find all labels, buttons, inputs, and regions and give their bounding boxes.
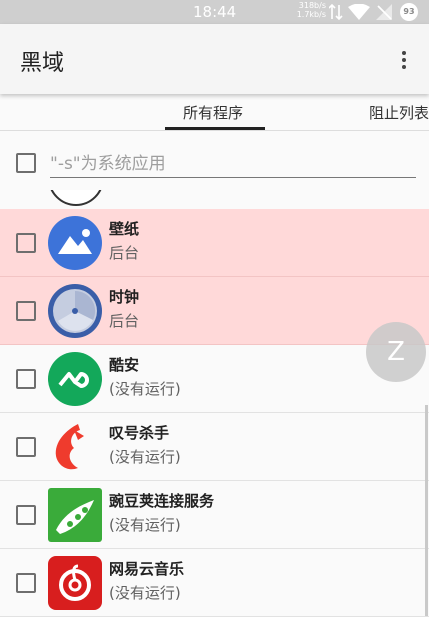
app-status: 后台 (109, 312, 140, 330)
app-row-wallpaper[interactable]: 壁纸 后台 (0, 209, 429, 277)
app-checkbox[interactable] (16, 573, 36, 593)
coolapk-icon (48, 352, 102, 406)
app-checkbox[interactable] (16, 369, 36, 389)
upload-speed: 318b/s (298, 1, 326, 10)
app-title: 黑域 (20, 51, 65, 76)
system-filter-row: "-s"为系统应用 (0, 131, 429, 193)
system-filter-checkbox[interactable] (16, 153, 36, 173)
app-status: (没有运行) (109, 516, 181, 534)
tab-bar: 所有程序 阻止列表 (0, 94, 429, 131)
app-bar: 黑域 (0, 24, 429, 94)
app-status: 后台 (109, 244, 140, 262)
no-signal-icon (376, 4, 392, 20)
exclamation-killer-icon (55, 424, 84, 470)
app-row-netease-music[interactable]: 网易云音乐 (没有运行) (0, 549, 429, 617)
download-speed: 1.7kb/s (296, 10, 326, 19)
app-name: 网易云音乐 (109, 560, 185, 578)
scrollbar[interactable] (425, 405, 428, 616)
app-row-wandoujia[interactable]: 豌豆荚连接服务 (没有运行) (0, 481, 429, 549)
app-row-exclamation-killer[interactable]: 叹号杀手 (没有运行) (0, 413, 429, 481)
system-filter-input[interactable]: "-s"为系统应用 (50, 149, 416, 178)
app-name: 叹号杀手 (109, 424, 170, 442)
system-filter-label: "-s"为系统应用 (50, 154, 166, 174)
tab-all-apps[interactable]: 所有程序 (183, 102, 243, 123)
netease-music-icon (48, 556, 102, 610)
wallpaper-icon (48, 216, 102, 270)
floating-action-button[interactable]: Z (366, 322, 426, 382)
battery-icon: 93 (400, 3, 418, 21)
app-name: 豌豆荚连接服务 (109, 492, 215, 510)
app-status: (没有运行) (109, 584, 181, 602)
wandoujia-icon (48, 488, 102, 542)
app-name: 酷安 (109, 356, 140, 374)
partial-app-icon (48, 190, 104, 208)
app-checkbox[interactable] (16, 437, 36, 457)
tab-indicator (165, 127, 265, 130)
tab-block-list[interactable]: 阻止列表 (369, 102, 429, 123)
app-row-coolapk[interactable]: 酷安 (没有运行) (0, 345, 429, 413)
app-checkbox[interactable] (16, 505, 36, 525)
more-vert-icon[interactable] (394, 48, 414, 72)
network-speed: 318b/s 1.7kb/s (296, 1, 326, 19)
status-bar: 18:44 318b/s 1.7kb/s 93 (0, 0, 429, 24)
app-status: (没有运行) (109, 448, 181, 466)
wifi-icon (348, 4, 370, 20)
app-row-clock[interactable]: 时钟 后台 (0, 277, 429, 345)
clock-icon (48, 284, 102, 338)
data-transfer-icon (329, 4, 343, 20)
app-checkbox[interactable] (16, 233, 36, 253)
status-time: 18:44 (193, 3, 237, 21)
app-status: (没有运行) (109, 380, 181, 398)
app-name: 时钟 (109, 288, 140, 306)
app-name: 壁纸 (109, 220, 140, 238)
app-checkbox[interactable] (16, 301, 36, 321)
